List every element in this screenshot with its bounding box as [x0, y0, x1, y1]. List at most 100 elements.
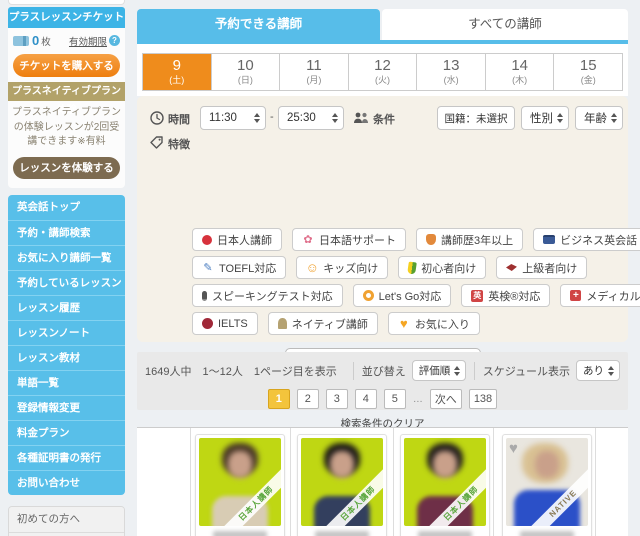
tab-all-teachers[interactable]: すべての講師 [382, 9, 628, 40]
feature-tag-sakura[interactable]: ✿ 日本語サポート [292, 228, 406, 251]
date-number: 10 [237, 57, 254, 74]
sidebar-item-8[interactable]: 登録情報変更 [8, 394, 125, 420]
sidebar-item-4[interactable]: レッスン履歴 [8, 294, 125, 320]
native-badge-icon [277, 318, 287, 329]
time-to-select[interactable]: 25:30 [278, 106, 344, 130]
feature-tag-graduate-cap[interactable]: 上級者向け [496, 256, 588, 279]
date-cell-11[interactable]: 11 (月) [279, 54, 348, 90]
schedule-label: スケジュール表示 [482, 365, 570, 378]
date-cell-13[interactable]: 13 (水) [416, 54, 485, 90]
teacher-name-blurred [315, 531, 369, 536]
feature-tag-ielts[interactable]: IELTS [192, 312, 258, 335]
date-weekday: (火) [375, 75, 391, 85]
divider [352, 361, 354, 380]
sidebar-item-6[interactable]: レッスン教材 [8, 344, 125, 370]
feature-tag-label: TOEFL対応 [219, 262, 277, 275]
favorite-heart-icon[interactable]: ♥ [509, 441, 518, 456]
feature-tag-label: IELTS [218, 317, 248, 330]
sidebar-item-0[interactable]: 英会話トップ [8, 194, 125, 220]
time-from-select[interactable]: 11:30 [200, 106, 266, 130]
eiken-icon: 英 [471, 289, 484, 302]
teacher-card[interactable]: NATIVE ♥ [502, 434, 592, 536]
buy-ticket-button[interactable]: チケットを購入する [13, 54, 120, 77]
feature-tag-letsgo-ring[interactable]: Let's Go対応 [352, 284, 452, 307]
sidebar-item-5[interactable]: レッスンノート [8, 319, 125, 345]
feature-tag-label: 上級者向け [522, 262, 578, 275]
age-select[interactable]: 年齢 [575, 106, 623, 130]
question-icon[interactable]: ? [109, 35, 120, 46]
results-line: 1649人中 1〜12人 1ページ目を表示 並び替え 評価順 スケジュール表示 … [137, 352, 628, 381]
date-cell-15[interactable]: 15 (金) [553, 54, 622, 90]
teacher-card[interactable]: 日本人講師 [297, 434, 387, 536]
kids-smiley-icon: ☺ [305, 259, 319, 275]
japan-flag-icon [202, 234, 212, 245]
feature-tag-native-badge[interactable]: ネイティブ講師 [267, 312, 378, 335]
expiry-link[interactable]: 有効期限 [69, 34, 107, 48]
page-button-3[interactable]: 3 [325, 389, 348, 409]
teacher-face [330, 451, 354, 478]
feature-tag-row-3: IELTS ネイティブ講師 ♥ お気に入り [192, 312, 617, 335]
sidebar-item-7[interactable]: 単語一覧 [8, 369, 125, 395]
beginner-leaf-icon [407, 261, 418, 274]
letsgo-ring-icon [362, 290, 374, 301]
schedule-select[interactable]: あり [576, 360, 620, 381]
tag-icon [150, 136, 164, 150]
feature-tag-label: スピーキングテスト対応 [212, 290, 333, 303]
filter-panel: 時間 11:30 - 25:30 条件 国籍：未選択 性別 年齢 特徴 日本人講… [137, 96, 640, 430]
table-column-divider [290, 428, 291, 536]
feature-tag-japan-flag[interactable]: 日本人講師 [192, 228, 282, 251]
feature-tag-beginner-leaf[interactable]: 初心者向け [398, 256, 487, 279]
plus-lesson-ticket-header: プラスレッスンチケット [8, 7, 125, 28]
sidebar-item-3[interactable]: 予約しているレッスン [8, 269, 125, 295]
medical-cross-icon: + [570, 290, 582, 301]
feature-tag-heart[interactable]: ♥ お気に入り [387, 312, 480, 335]
plus-native-plan-description: プラスネイティブプランの体験レッスンが2回受講できます※有料 [12, 107, 121, 147]
date-number: 9 [172, 57, 181, 74]
next-page-button[interactable]: 次へ [429, 389, 462, 409]
sidebar-secondary-item-1[interactable]: 講師について [9, 531, 124, 536]
feature-tag-label: Let's Go対応 [378, 290, 442, 303]
pagination: 1 2 3 4 5 … 次へ 138 [137, 389, 628, 409]
feature-tag-briefcase[interactable]: ビジネス英会話 [533, 228, 640, 251]
experience-icon [426, 234, 436, 245]
date-cell-12[interactable]: 12 (火) [347, 54, 417, 90]
time-separator: - [270, 111, 274, 123]
teacher-card[interactable]: 日本人講師 [195, 434, 285, 536]
sidebar-item-1[interactable]: 予約・講師検索 [8, 219, 125, 245]
sidebar-secondary-item-0[interactable]: 初めての方へ [9, 506, 124, 532]
date-selector: 9 (土) 10 (日) 11 (月) 12 (火) 13 (水) 14 (木) 15 (金) [142, 53, 623, 91]
sidebar-item-9[interactable]: 料金プラン [8, 419, 125, 445]
page-button-5[interactable]: 5 [383, 389, 406, 409]
date-cell-14[interactable]: 14 (木) [484, 54, 554, 90]
table-column-divider [595, 428, 596, 536]
page-button-2[interactable]: 2 [296, 389, 319, 409]
feature-tag-microphone[interactable]: スピーキングテスト対応 [192, 284, 343, 307]
feature-tag-eiken[interactable]: 英英検®対応 [461, 284, 551, 307]
tab-bookable-teachers[interactable]: 予約できる講師 [137, 9, 380, 40]
feature-tag-label: メディカル英語対応 [586, 290, 640, 303]
sidebar-item-10[interactable]: 各種証明書の発行 [8, 444, 125, 470]
sidebar-item-2[interactable]: お気に入り講師一覧 [8, 244, 125, 270]
page-button-1[interactable]: 1 [267, 389, 290, 409]
feature-tag-medical-cross[interactable]: + メディカル英語対応 [560, 284, 640, 307]
feature-tag-kids-smiley[interactable]: ☺ キッズ向け [296, 256, 389, 279]
gender-select[interactable]: 性別 [521, 106, 569, 130]
feature-tag-toefl-pencil[interactable]: ✎ TOEFL対応 [192, 256, 287, 279]
page-button-4[interactable]: 4 [354, 389, 377, 409]
last-page-button[interactable]: 138 [468, 389, 498, 409]
feature-tag-label: 日本語サポート [319, 234, 396, 247]
date-band: 9 (土) 10 (日) 11 (月) 12 (火) 13 (水) 14 (木) 15 (金) [137, 44, 628, 96]
feature-tag-row-2: スピーキングテスト対応 Let's Go対応 英英検®対応 + メディカル英語対応 [192, 284, 640, 307]
nationality-button[interactable]: 国籍：未選択 [437, 106, 515, 130]
feature-tag-row-1: ✎ TOEFL対応 ☺ キッズ向け 初心者向け 上級者向け [192, 256, 617, 279]
trial-lesson-button[interactable]: レッスンを体験する [13, 156, 120, 179]
results-summary: 1649人中 1〜12人 1ページ目を表示 [145, 365, 337, 378]
teacher-card[interactable]: 日本人講師 [400, 434, 490, 536]
date-cell-9[interactable]: 9 (土) [143, 54, 211, 90]
sidebar-item-11[interactable]: お問い合わせ [8, 469, 125, 495]
stepper-icon [557, 113, 563, 123]
date-number: 14 [511, 57, 529, 74]
sort-select[interactable]: 評価順 [411, 360, 466, 381]
feature-tag-experience[interactable]: 講師歴3年以上 [416, 228, 524, 251]
date-cell-10[interactable]: 10 (日) [210, 54, 280, 90]
